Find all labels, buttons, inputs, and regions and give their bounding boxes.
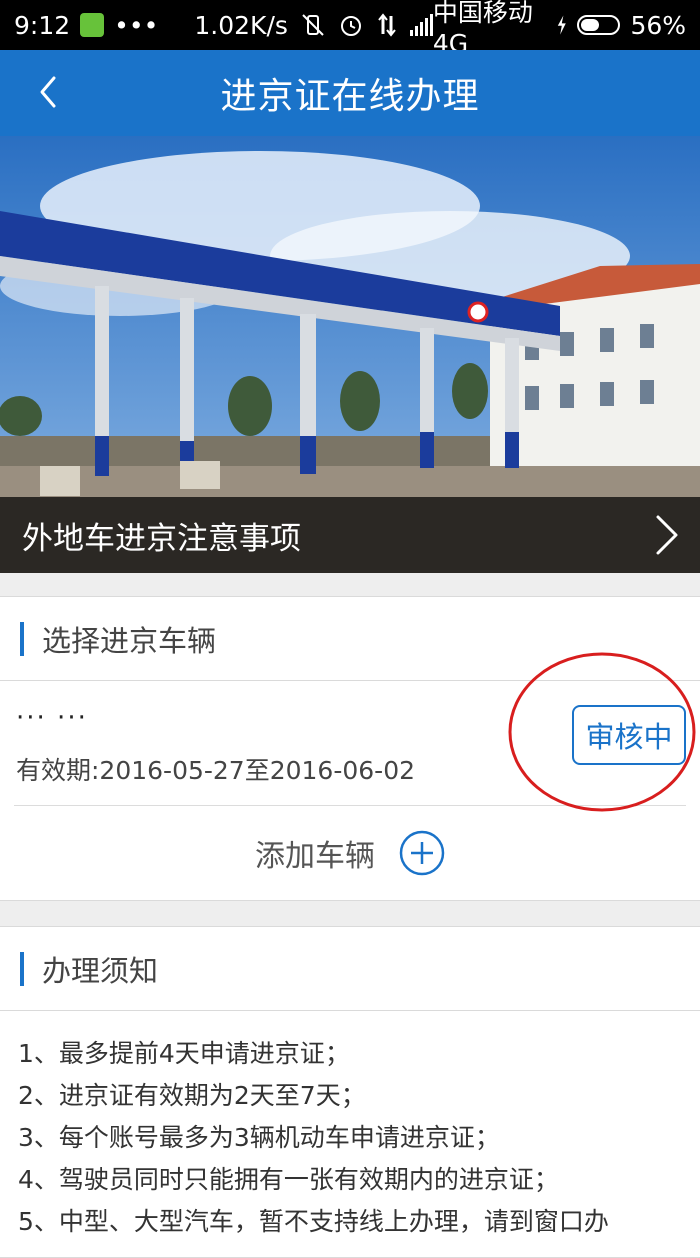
- status-dots: •••: [114, 10, 159, 40]
- network-speed: 1.02K/s: [194, 10, 288, 40]
- review-status-button[interactable]: 审核中: [572, 705, 686, 765]
- status-bar: 9:12 ••• 1.02K/s 中国移动 4G 56%: [0, 0, 700, 58]
- status-time: 9:12: [14, 10, 71, 40]
- section-accent-bar: [20, 621, 24, 656]
- notice-item: 2、进京证有效期为2天至7天；: [18, 1081, 366, 1110]
- battery-level: [580, 19, 599, 31]
- chevron-right-icon[interactable]: [652, 513, 682, 557]
- page-title: 进京证在线办理: [220, 76, 480, 117]
- add-vehicle-button[interactable]: 添加车辆: [0, 806, 700, 900]
- notice-item: 3、每个账号最多为3辆机动车申请进京证；: [18, 1123, 500, 1152]
- title-bar: 进京证在线办理: [0, 50, 700, 136]
- notice-section-header: 办理须知: [0, 927, 700, 1011]
- battery-icon: [576, 15, 621, 35]
- notice-list: 1、最多提前4天申请进京证； 2、进京证有效期为2天至7天； 3、每个账号最多为…: [0, 1011, 700, 1243]
- vehicle-section-header: 选择进京车辆: [0, 597, 700, 681]
- carrier-label: 中国移动 4G: [432, 0, 533, 58]
- chevron-left-icon[interactable]: [30, 72, 70, 112]
- notice-section-title: 办理须知: [42, 953, 159, 988]
- banner-caption: 外地车进京注意事项: [22, 520, 301, 557]
- banner-caption-bar[interactable]: 外地车进京注意事项: [0, 497, 700, 573]
- app-notification-icon: [80, 13, 105, 37]
- charging-icon: [557, 15, 566, 35]
- vehicle-section-title: 选择进京车辆: [42, 623, 217, 658]
- notice-card: 办理须知 1、最多提前4天申请进京证； 2、进京证有效期为2天至7天； 3、每个…: [0, 926, 700, 1258]
- plus-circle-icon[interactable]: [399, 830, 445, 876]
- vehicle-plate: ··· ···: [16, 703, 88, 733]
- data-arrows-icon: [378, 13, 396, 37]
- alarm-icon: [340, 16, 361, 36]
- vehicle-card: 选择进京车辆 ··· ··· 有效期:2016-05-27至2016-06-02…: [0, 596, 700, 901]
- banner[interactable]: 外地车进京注意事项: [0, 136, 700, 573]
- vehicle-list-item[interactable]: ··· ··· 有效期:2016-05-27至2016-06-02 审核中: [14, 652, 696, 812]
- add-vehicle-label: 添加车辆: [255, 839, 375, 874]
- notice-item: 5、中型、大型汽车，暂不支持线上办理，请到窗口办: [18, 1207, 609, 1236]
- vehicle-validity: 有效期:2016-05-27至2016-06-02: [16, 756, 415, 785]
- signal-icon: [409, 14, 433, 36]
- battery-percent: 56%: [630, 10, 687, 40]
- section-accent-bar: [20, 951, 24, 986]
- notice-item: 1、最多提前4天申请进京证；: [18, 1039, 350, 1068]
- vibrate-off-icon: [302, 14, 324, 36]
- notice-item: 4、驾驶员同时只能拥有一张有效期内的进京证；: [18, 1165, 559, 1194]
